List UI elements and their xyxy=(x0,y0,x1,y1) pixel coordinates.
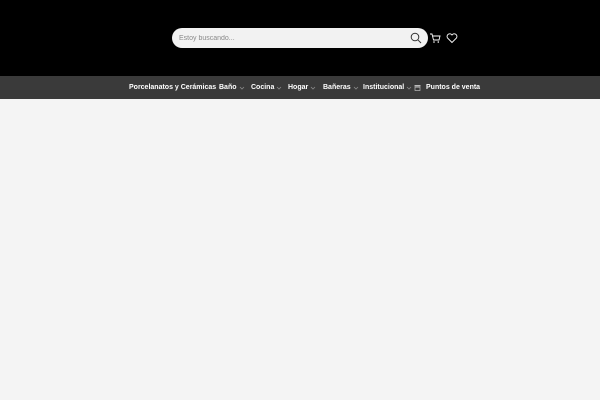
nav-item-label: Bañeras xyxy=(323,84,351,91)
wishlist-button[interactable] xyxy=(445,31,459,45)
nav-item-label: Hogar xyxy=(288,84,309,91)
chevron-down-icon xyxy=(310,85,316,91)
page-content xyxy=(0,99,600,400)
store-icon xyxy=(414,84,421,91)
nav-item-label: Puntos de venta xyxy=(426,84,481,91)
main-navigation: Porcelanatos y Cerámicas Baño Cocina Hog… xyxy=(0,76,600,99)
search-input[interactable] xyxy=(172,28,404,48)
cart-button[interactable] xyxy=(428,31,442,45)
nav-item-hogar[interactable]: Hogar xyxy=(288,76,316,99)
nav-item-label: Cocina xyxy=(251,84,275,91)
nav-item-label: Porcelanatos y Cerámicas xyxy=(129,84,217,91)
nav-item-bano[interactable]: Baño xyxy=(219,76,245,99)
nav-item-label: Institucional xyxy=(363,84,405,91)
cart-icon xyxy=(430,33,441,43)
chevron-down-icon xyxy=(406,85,412,91)
search-icon xyxy=(410,32,422,44)
chevron-down-icon xyxy=(239,85,245,91)
heart-icon xyxy=(446,33,458,44)
nav-item-label: Baño xyxy=(219,84,237,91)
chevron-down-icon xyxy=(353,85,359,91)
nav-item-baneras[interactable]: Bañeras xyxy=(323,76,359,99)
nav-item-cocina[interactable]: Cocina xyxy=(251,76,282,99)
chevron-down-icon xyxy=(276,85,282,91)
nav-item-institucional[interactable]: Institucional xyxy=(363,76,412,99)
search-bar xyxy=(172,28,428,48)
site-header xyxy=(0,0,600,76)
search-button[interactable] xyxy=(409,31,423,45)
nav-item-puntos-de-venta[interactable]: Puntos de venta xyxy=(414,76,480,99)
nav-item-porcelanatos[interactable]: Porcelanatos y Cerámicas xyxy=(129,76,224,99)
